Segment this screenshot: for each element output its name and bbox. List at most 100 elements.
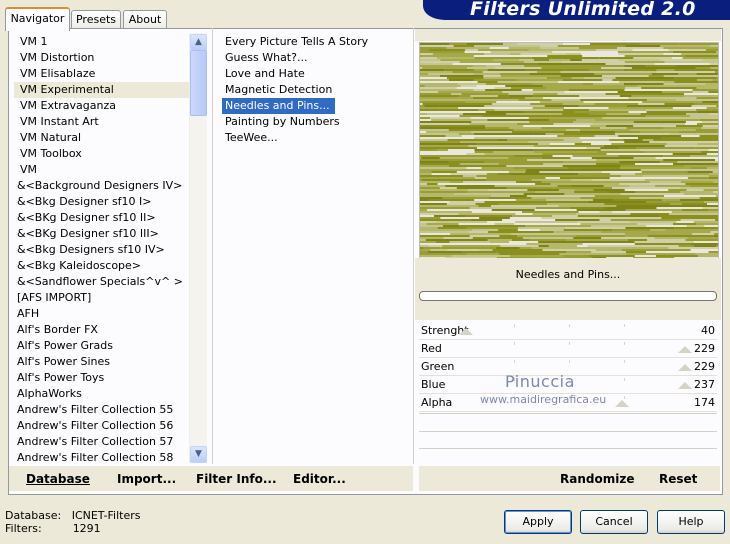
param-row[interactable]: Red 229 [419, 340, 717, 358]
slider-tick [569, 360, 570, 363]
cancel-button[interactable]: Cancel [580, 510, 648, 534]
filters-info-value: 1291 [72, 522, 101, 535]
category-item[interactable]: Andrew's Filter Collection 55 [14, 402, 189, 418]
slider-tick [624, 396, 625, 399]
help-button[interactable]: Help [657, 510, 725, 534]
database-label: Database [26, 472, 90, 486]
divider [212, 28, 213, 464]
slider-thumb-icon[interactable] [459, 328, 473, 335]
watermark-name: Pinuccia [505, 372, 575, 391]
category-item[interactable]: &<Bkg Designers sf10 IV> [14, 242, 189, 258]
slider-tick [624, 324, 625, 327]
watermark-url: www.maidiregrafica.eu [480, 393, 607, 406]
slider-tick [514, 360, 515, 363]
database-info-value: ICNET-Filters [71, 509, 141, 522]
slider-thumb-icon[interactable] [678, 346, 692, 353]
category-item[interactable]: &<Bkg Kaleidoscope> [14, 258, 189, 274]
category-item[interactable]: &<Bkg Designer sf10 I> [14, 194, 189, 210]
category-item[interactable]: VM Experimental [14, 82, 189, 98]
filter-item[interactable]: TeeWee... [222, 130, 407, 146]
divider [413, 28, 414, 464]
progress-bar [419, 291, 717, 301]
category-item[interactable]: VM Elisablaze [14, 66, 189, 82]
category-item[interactable]: &<Sandflower Specials^v^ > [14, 274, 189, 290]
filter-item[interactable]: Guess What?... [222, 50, 407, 66]
category-item[interactable]: VM Distortion [14, 50, 189, 66]
filter-item[interactable]: Love and Hate [222, 66, 407, 82]
scroll-thumb[interactable] [190, 50, 207, 116]
preview-image [420, 43, 718, 258]
scroll-down-icon[interactable]: ▼ [190, 446, 207, 463]
param-value: 174 [694, 396, 715, 409]
param-value: 229 [694, 342, 715, 355]
import-button[interactable]: Import... [117, 472, 176, 486]
filter-item[interactable]: Every Picture Tells A Story [222, 34, 407, 50]
tab-presets[interactable]: Presets [71, 10, 121, 29]
editor-label: Editor... [293, 472, 346, 486]
category-item[interactable]: &<BKg Designer sf10 II> [14, 210, 189, 226]
category-item[interactable]: VM Natural [14, 130, 189, 146]
category-item[interactable]: VM [14, 162, 189, 178]
apply-button[interactable]: Apply [504, 510, 572, 534]
slider-tick [624, 342, 625, 345]
filter-item[interactable]: Magnetic Detection [222, 82, 407, 98]
filter-item[interactable]: Needles and Pins... [222, 98, 335, 114]
tab-about[interactable]: About [123, 10, 167, 29]
category-item[interactable]: [AFS IMPORT] [14, 290, 189, 306]
param-value: 229 [694, 360, 715, 373]
divider [419, 448, 717, 449]
category-item[interactable]: VM Toolbox [14, 146, 189, 162]
slider-tick [624, 360, 625, 363]
divider [419, 413, 717, 414]
slider-tick [624, 378, 625, 381]
param-value: 40 [701, 324, 715, 337]
preview-frame [415, 29, 721, 41]
category-item[interactable]: Andrew's Filter Collection 56 [14, 418, 189, 434]
slider-thumb-icon[interactable] [678, 364, 692, 371]
randomize-button[interactable]: Randomize [560, 472, 634, 486]
category-item[interactable]: VM Instant Art [14, 114, 189, 130]
category-item[interactable]: Alf's Power Sines [14, 354, 189, 370]
banner-title: Filters Unlimited 2.0 [470, 0, 696, 20]
tab-navigator[interactable]: Navigator [5, 7, 70, 31]
slider-tick [514, 342, 515, 345]
filter-info-label: Filter Info... [196, 472, 277, 486]
param-label: Red [421, 342, 442, 355]
category-list[interactable]: VM 1 VM Distortion VM Elisablaze VM Experim… [14, 34, 189, 466]
category-item[interactable]: Alf's Power Toys [14, 370, 189, 386]
category-item[interactable]: AlphaWorks [14, 386, 189, 402]
divider [419, 431, 717, 432]
category-scrollbar[interactable]: ▲ ▼ [189, 33, 207, 463]
selected-filter-name: Needles and Pins... [515, 268, 621, 281]
param-label: Green [421, 360, 455, 373]
slider-tick [569, 324, 570, 327]
category-item[interactable]: &<Background Designers IV> [14, 178, 189, 194]
category-item[interactable]: Andrew's Filter Collection 58 [14, 450, 189, 466]
category-item[interactable]: AFH [14, 306, 189, 322]
editor-button[interactable]: Editor... [293, 472, 346, 486]
filter-info-button[interactable]: Filter Info... [196, 472, 277, 486]
category-item[interactable]: VM Extravaganza [14, 98, 189, 114]
category-item[interactable]: VM 1 [14, 34, 189, 50]
scroll-up-icon[interactable]: ▲ [190, 34, 207, 51]
filter-list[interactable]: Every Picture Tells A Story Guess What?..… [222, 34, 407, 146]
slider-thumb-icon[interactable] [615, 400, 629, 407]
database-button[interactable]: Database [26, 472, 90, 486]
category-item[interactable]: Alf's Power Grads [14, 338, 189, 354]
filters-info-label: Filters: [5, 522, 42, 535]
filter-preview [419, 42, 719, 259]
category-item[interactable]: Alf's Border FX [14, 322, 189, 338]
filter-item[interactable]: Painting by Numbers [222, 114, 407, 130]
slider-tick [569, 342, 570, 345]
reset-button[interactable]: Reset [659, 472, 697, 486]
slider-thumb-icon[interactable] [678, 382, 692, 389]
database-info-label: Database: [5, 509, 62, 522]
category-item[interactable]: &<BKg Designer sf10 III> [14, 226, 189, 242]
slider-tick [514, 324, 515, 327]
database-info: Database: ICNET-Filters [5, 509, 140, 522]
import-label: Import... [117, 472, 177, 486]
param-label: Alpha [421, 396, 453, 409]
param-row[interactable]: Strenght 40 [419, 322, 717, 340]
param-label: Blue [421, 378, 446, 391]
category-item[interactable]: Andrew's Filter Collection 57 [14, 434, 189, 450]
